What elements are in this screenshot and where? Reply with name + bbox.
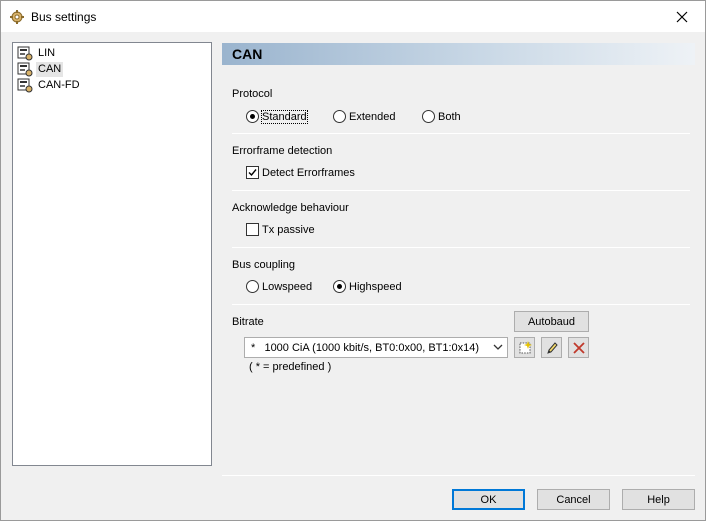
new-entry-icon — [519, 340, 532, 353]
acknowledge-label: Acknowledge behaviour — [232, 202, 349, 214]
tree-item-label: CAN — [36, 61, 64, 77]
radio-indicator — [333, 280, 346, 293]
checkbox-box — [246, 223, 259, 236]
radio-indicator — [246, 110, 259, 123]
radio-indicator — [333, 110, 346, 123]
checkbox-label: Detect Errorframes — [262, 166, 355, 179]
divider — [222, 475, 695, 476]
help-button[interactable]: Help — [622, 489, 695, 510]
panel-header: CAN — [222, 43, 695, 65]
checkbox-label: Tx passive — [262, 223, 315, 236]
settings-gear-icon — [10, 10, 24, 24]
protocol-label: Protocol — [232, 88, 273, 100]
protocol-extended-radio[interactable]: Extended — [333, 110, 395, 123]
bus-tree[interactable]: LIN CAN CAN-FD — [12, 42, 212, 466]
bus-node-icon — [17, 46, 33, 61]
tree-item-can-fd[interactable]: CAN-FD — [17, 77, 82, 93]
radio-label: Extended — [349, 110, 396, 123]
lowspeed-radio[interactable]: Lowspeed — [246, 280, 312, 293]
highspeed-radio[interactable]: Highspeed — [333, 280, 402, 293]
divider — [232, 247, 690, 248]
radio-label: Both — [438, 110, 461, 123]
help-label: Help — [647, 493, 670, 506]
panel-title: CAN — [232, 46, 263, 62]
radio-label: Standard — [261, 109, 308, 124]
tree-item-lin[interactable]: LIN — [17, 45, 57, 61]
checkmark-icon — [248, 169, 257, 177]
close-button[interactable] — [659, 1, 705, 32]
edit-bitrate-button[interactable] — [541, 337, 562, 358]
detect-errorframes-checkbox[interactable]: Detect Errorframes — [246, 166, 355, 179]
divider — [232, 190, 690, 191]
ok-label: OK — [480, 493, 497, 506]
bus-coupling-label: Bus coupling — [232, 259, 295, 271]
chevron-down-icon — [493, 344, 503, 350]
window-title: Bus settings — [31, 10, 97, 24]
errorframe-label: Errorframe detection — [232, 145, 333, 157]
radio-indicator — [246, 280, 259, 293]
ok-button[interactable]: OK — [452, 489, 525, 510]
tree-item-label: CAN-FD — [38, 78, 80, 91]
bitrate-label: Bitrate — [232, 316, 264, 328]
title-bar: Bus settings — [1, 1, 705, 32]
protocol-standard-radio[interactable]: Standard — [246, 109, 308, 124]
tx-passive-checkbox[interactable]: Tx passive — [246, 223, 315, 236]
autobaud-label: Autobaud — [527, 315, 576, 328]
tree-item-can[interactable]: CAN — [17, 61, 64, 77]
delete-bitrate-button[interactable] — [568, 337, 589, 358]
checkbox-box — [246, 166, 259, 179]
protocol-both-radio[interactable]: Both — [422, 110, 461, 123]
tree-item-label: LIN — [38, 46, 56, 59]
autobaud-button[interactable]: Autobaud — [514, 311, 589, 332]
edit-icon — [546, 341, 558, 354]
radio-indicator — [422, 110, 435, 123]
divider — [232, 133, 690, 134]
bus-node-icon — [17, 78, 33, 93]
predefined-note: ( * = predefined ) — [249, 361, 332, 373]
bus-settings-dialog: Bus settings LIN CAN CAN-FD CAN Protocol… — [0, 0, 706, 521]
radio-label: Highspeed — [349, 280, 402, 293]
bitrate-value: * 1000 CiA (1000 kbit/s, BT0:0x00, BT1:0… — [251, 342, 480, 354]
delete-icon — [572, 341, 585, 354]
bus-node-icon — [17, 62, 33, 77]
new-bitrate-button[interactable] — [514, 337, 535, 358]
close-icon — [676, 11, 688, 22]
bitrate-select[interactable]: * 1000 CiA (1000 kbit/s, BT0:0x00, BT1:0… — [244, 337, 508, 358]
radio-label: Lowspeed — [262, 280, 313, 293]
cancel-label: Cancel — [556, 493, 591, 506]
divider — [232, 304, 690, 305]
cancel-button[interactable]: Cancel — [537, 489, 610, 510]
